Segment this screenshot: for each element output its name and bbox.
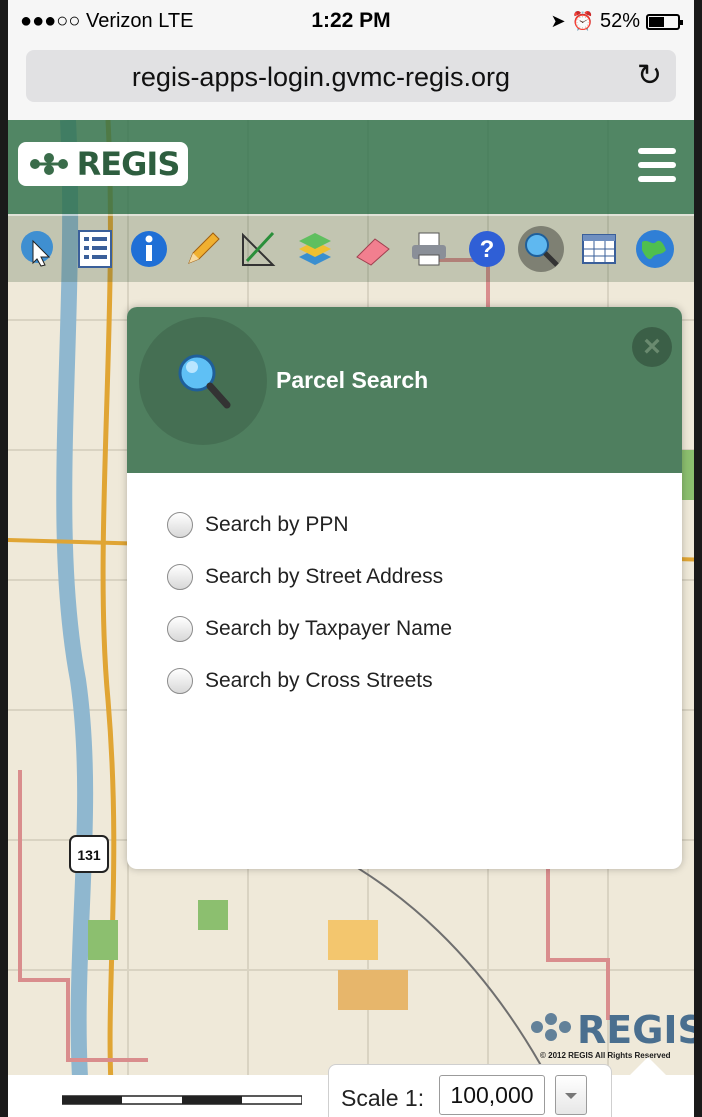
- battery-icon: [646, 13, 683, 30]
- browser-address-row: regis-apps-login.gvmc-regis.org ↻: [8, 42, 694, 121]
- print-icon[interactable]: [406, 226, 452, 272]
- alarm-icon: ⏰: [571, 11, 594, 31]
- option-search-by-street-address[interactable]: Search by Street Address: [167, 560, 443, 594]
- legend-list-icon[interactable]: [72, 226, 118, 272]
- search-icon[interactable]: [518, 226, 564, 272]
- info-icon[interactable]: [126, 226, 172, 272]
- radio-button[interactable]: [167, 564, 193, 590]
- table-icon[interactable]: [576, 226, 622, 272]
- scale-control: Scale 1: 100,000: [328, 1064, 612, 1117]
- option-search-by-taxpayer-name[interactable]: Search by Taxpayer Name: [167, 612, 452, 646]
- map-toolbar: ?: [8, 214, 694, 282]
- layers-icon[interactable]: [292, 226, 338, 272]
- help-icon[interactable]: ?: [464, 226, 510, 272]
- app-header: REGIS: [8, 120, 694, 214]
- pencil-draw-icon[interactable]: [180, 226, 226, 272]
- menu-icon[interactable]: [638, 148, 676, 184]
- scale-popup-pointer: [628, 1057, 668, 1077]
- svg-text:REGIS: REGIS: [577, 1008, 702, 1052]
- option-label: Search by Taxpayer Name: [205, 617, 453, 640]
- reload-icon[interactable]: ↻: [637, 58, 662, 93]
- logo-wordmark: REGIS: [76, 145, 181, 183]
- battery-percent: 52%: [599, 10, 640, 32]
- option-search-by-ppn[interactable]: Search by PPN: [167, 508, 349, 542]
- radio-button[interactable]: [167, 668, 193, 694]
- panel-title: Parcel Search: [276, 367, 429, 393]
- scale-dropdown-icon[interactable]: [555, 1075, 587, 1115]
- close-icon[interactable]: ×: [632, 327, 672, 367]
- phone-screen: ●●●○○ Verizon LTE 1:22 PM ➤ ⏰ 52% regis-…: [0, 0, 702, 1117]
- panel-icon-ring: [139, 317, 267, 445]
- globe-icon[interactable]: [632, 226, 678, 272]
- scale-bar: [62, 1095, 302, 1105]
- regis-logo-mark-icon: [29, 153, 68, 175]
- regis-logo[interactable]: REGIS: [18, 142, 188, 186]
- option-label: Search by PPN: [205, 513, 349, 536]
- status-bar: ●●●○○ Verizon LTE 1:22 PM ➤ ⏰ 52%: [8, 0, 694, 42]
- location-arrow-icon: ➤: [550, 11, 566, 31]
- option-search-by-cross-streets[interactable]: Search by Cross Streets: [167, 664, 433, 698]
- parcel-search-panel: Parcel Search × Search by PPN Search by …: [127, 307, 682, 869]
- eraser-icon[interactable]: [350, 226, 396, 272]
- scale-label: Scale 1:: [341, 1085, 425, 1111]
- route-label: 131: [77, 847, 101, 863]
- option-label: Search by Street Address: [205, 565, 444, 588]
- identify-tool-icon[interactable]: [16, 226, 62, 272]
- radio-button[interactable]: [167, 616, 193, 642]
- radio-button[interactable]: [167, 512, 193, 538]
- panel-header: Parcel Search ×: [127, 307, 682, 473]
- scale-input[interactable]: 100,000: [439, 1075, 545, 1115]
- magnifier-icon: [178, 354, 231, 409]
- address-bar[interactable]: regis-apps-login.gvmc-regis.org ↻: [26, 50, 676, 102]
- url-text: regis-apps-login.gvmc-regis.org: [131, 62, 511, 92]
- measure-icon[interactable]: [236, 226, 282, 272]
- option-label: Search by Cross Streets: [205, 669, 433, 692]
- svg-text:?: ?: [480, 236, 495, 263]
